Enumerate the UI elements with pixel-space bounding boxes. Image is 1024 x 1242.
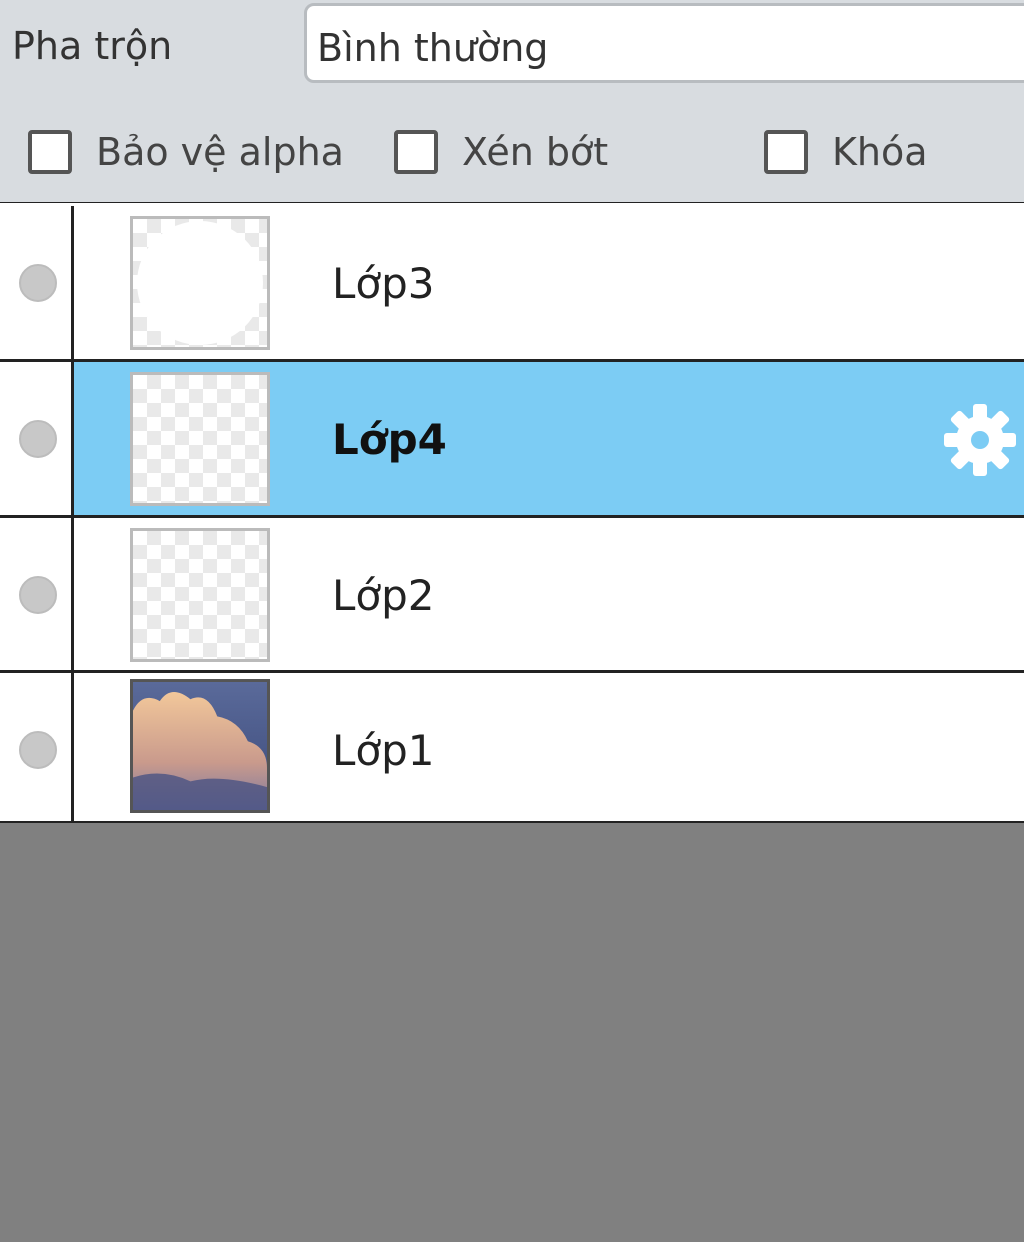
- layer-name: Lớp2: [332, 571, 435, 620]
- visibility-toggle[interactable]: [19, 576, 57, 614]
- blend-mode-value: Bình thường: [317, 26, 549, 70]
- protect-alpha-checkbox[interactable]: [28, 130, 72, 174]
- layer-name: Lớp3: [332, 259, 435, 308]
- visibility-column: [0, 518, 74, 673]
- lock-option[interactable]: Khóa: [764, 124, 928, 180]
- layer-row-3[interactable]: Lớp3: [0, 206, 1024, 361]
- layer-thumbnail: [130, 679, 270, 813]
- layer-thumbnail: [130, 528, 270, 662]
- layer-list: Lớp3 Lớp4 Lớp2 Lớp1: [0, 203, 1024, 824]
- layer-row-4[interactable]: Lớp4: [0, 362, 1024, 517]
- visibility-column: [0, 206, 74, 361]
- lock-checkbox[interactable]: [764, 130, 808, 174]
- layer-body[interactable]: Lớp2: [74, 518, 1024, 673]
- layer-body[interactable]: Lớp3: [74, 206, 1024, 361]
- layer-row-2[interactable]: Lớp2: [0, 518, 1024, 673]
- layer-name: Lớp1: [332, 726, 435, 775]
- blend-mode-select[interactable]: Bình thường: [304, 3, 1024, 83]
- gear-icon[interactable]: [940, 400, 1020, 480]
- blend-mode-label: Pha trộn: [12, 24, 173, 68]
- layer-name: Lớp4: [332, 415, 447, 464]
- layer-thumbnail: [130, 216, 270, 350]
- layers-panel: Pha trộn Bình thường Bảo vệ alpha Xén bớ…: [0, 0, 1024, 1242]
- layer-options-row: Bảo vệ alpha Xén bớt Khóa: [0, 100, 1024, 203]
- visibility-column: [0, 673, 74, 821]
- clip-checkbox[interactable]: [394, 130, 438, 174]
- lock-label: Khóa: [832, 130, 928, 174]
- blend-mode-row: Pha trộn Bình thường: [0, 0, 1024, 100]
- layer-body[interactable]: Lớp1: [74, 673, 1024, 821]
- clip-label: Xén bớt: [462, 130, 609, 174]
- layer-thumbnail: [130, 372, 270, 506]
- visibility-toggle[interactable]: [19, 420, 57, 458]
- protect-alpha-option[interactable]: Bảo vệ alpha: [28, 124, 344, 180]
- protect-alpha-label: Bảo vệ alpha: [96, 130, 344, 174]
- layer-row-1[interactable]: Lớp1: [0, 673, 1024, 821]
- visibility-toggle[interactable]: [19, 264, 57, 302]
- visibility-toggle[interactable]: [19, 731, 57, 769]
- layer-body[interactable]: Lớp4: [74, 362, 1024, 517]
- visibility-column: [0, 362, 74, 517]
- clip-option[interactable]: Xén bớt: [394, 124, 608, 180]
- empty-area: [0, 823, 1024, 1242]
